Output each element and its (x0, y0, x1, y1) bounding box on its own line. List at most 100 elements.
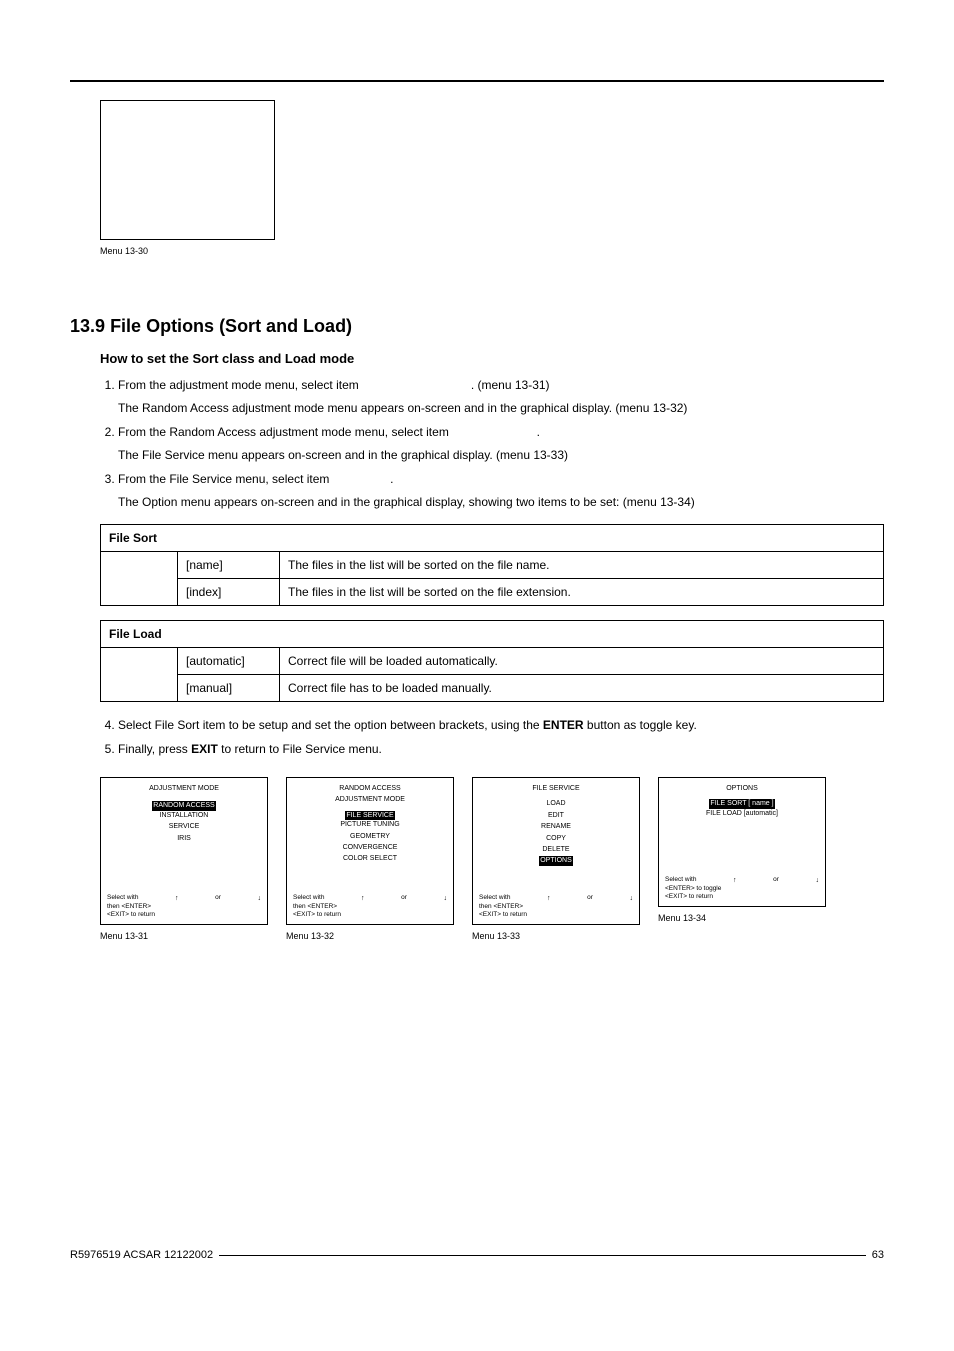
m32-title: RANDOM ACCESS (293, 784, 447, 793)
m32-i3: COLOR SELECT (293, 854, 447, 863)
arrow-up-icon: ↑ (547, 894, 551, 903)
arrow-down-icon: ↓ (444, 894, 448, 903)
sort-label-index: [index] (178, 578, 280, 605)
menu-box-13-31: ADJUSTMENT MODE RANDOM ACCESS INSTALLATI… (100, 777, 268, 925)
step-3-end: . (390, 472, 393, 486)
menus-row: ADJUSTMENT MODE RANDOM ACCESS INSTALLATI… (100, 777, 884, 941)
m34-f2a: <ENTER> to toggle (665, 885, 721, 893)
m31-f2a: <EXIT> to return (107, 911, 155, 919)
steps-list-2: Select File Sort item to be setup and se… (100, 716, 884, 759)
m33-i1: EDIT (479, 811, 633, 820)
section-title-text: File Options (Sort and Load) (110, 316, 352, 336)
menu-caption-13-34: Menu 13-34 (658, 913, 826, 923)
sort-desc-index: The files in the list will be sorted on … (280, 578, 884, 605)
m32-i0: PICTURE TUNING (293, 820, 447, 829)
step-1-text: From the adjustment mode menu, select it… (118, 378, 359, 392)
step-5c: to return to File Service menu. (218, 742, 382, 756)
step-3-text: From the File Service menu, select item (118, 472, 329, 486)
table-file-sort: File Sort [name] The files in the list w… (100, 524, 884, 606)
step-1-sub: The Random Access adjustment mode menu a… (118, 399, 884, 418)
m33-f1b: then <ENTER> (479, 903, 523, 911)
m34-f1b: or (773, 876, 779, 885)
m33-i2: RENAME (479, 822, 633, 831)
section-subtitle: How to set the Sort class and Load mode (100, 351, 884, 366)
sort-label-name: [name] (178, 551, 280, 578)
footer-left: R5976519 ACSAR 12122002 (70, 1249, 213, 1261)
menu-box-13-34: OPTIONS FILE SORT [ name ] FILE LOAD [au… (658, 777, 826, 907)
menu-col-31: ADJUSTMENT MODE RANDOM ACCESS INSTALLATI… (100, 777, 268, 941)
menu-box-13-30 (100, 100, 275, 240)
table-file-load: File Load [automatic] Correct file will … (100, 620, 884, 702)
load-desc-manual: Correct file has to be loaded manually. (280, 674, 884, 701)
page-footer: R5976519 ACSAR 12122002 63 (70, 1249, 884, 1261)
m31-i0: INSTALLATION (107, 811, 261, 820)
step-1-ref: . (menu 13-31) (471, 378, 550, 392)
m34-hl: FILE SORT [ name ] (709, 799, 774, 808)
step-5a: Finally, press (118, 742, 191, 756)
arrow-up-icon: ↑ (175, 894, 179, 903)
table-load-header: File Load (101, 620, 884, 647)
m32-f1b: then <ENTER> (293, 903, 337, 911)
steps-list-1: From the adjustment mode menu, select it… (100, 376, 884, 512)
menu-col-32: RANDOM ACCESS ADJUSTMENT MODE FILE SERVI… (286, 777, 454, 941)
step-4a: Select File Sort item to be setup and se… (118, 718, 543, 732)
step-4b: ENTER (543, 718, 584, 732)
menu-box-13-32: RANDOM ACCESS ADJUSTMENT MODE FILE SERVI… (286, 777, 454, 925)
m31-f1a: Select with (107, 894, 138, 903)
footer-page-number: 63 (872, 1249, 884, 1261)
menu-box-13-33: FILE SERVICE LOAD EDIT RENAME COPY DELET… (472, 777, 640, 925)
menu-caption-13-30: Menu 13-30 (100, 246, 884, 256)
m33-i3: COPY (479, 834, 633, 843)
step-5: Finally, press EXIT to return to File Se… (118, 740, 884, 759)
arrow-down-icon: ↓ (630, 894, 634, 903)
menu-col-33: FILE SERVICE LOAD EDIT RENAME COPY DELET… (472, 777, 640, 941)
table-row: [manual] Correct file has to be loaded m… (101, 674, 884, 701)
m32-i1: GEOMETRY (293, 832, 447, 841)
step-2-text: From the Random Access adjustment mode m… (118, 425, 449, 439)
m34-f1a: Select with (665, 876, 696, 885)
top-rule (70, 80, 884, 82)
menu-caption-13-32: Menu 13-32 (286, 931, 454, 941)
load-desc-auto: Correct file will be loaded automaticall… (280, 647, 884, 674)
menu-caption-13-33: Menu 13-33 (472, 931, 640, 941)
m31-title: ADJUSTMENT MODE (107, 784, 261, 793)
m32-hl: FILE SERVICE (345, 811, 394, 820)
step-3: From the File Service menu, select item … (118, 470, 884, 511)
m34-f2b: <EXIT> to return (665, 893, 713, 901)
step-1: From the adjustment mode menu, select it… (118, 376, 884, 417)
step-3-sub: The Option menu appears on-screen and in… (118, 493, 884, 512)
m32-i2: CONVERGENCE (293, 843, 447, 852)
step-4: Select File Sort item to be setup and se… (118, 716, 884, 735)
menu-col-34: OPTIONS FILE SORT [ name ] FILE LOAD [au… (658, 777, 826, 923)
m31-i2: IRIS (107, 834, 261, 843)
step-2: From the Random Access adjustment mode m… (118, 423, 884, 464)
m32-f1a: Select with (293, 894, 324, 903)
step-2-sub: The File Service menu appears on-screen … (118, 446, 884, 465)
step-4c: button as toggle key. (584, 718, 697, 732)
menu-caption-13-31: Menu 13-31 (100, 931, 268, 941)
m33-f1a: Select with (479, 894, 510, 903)
load-label-manual: [manual] (178, 674, 280, 701)
m34-title: OPTIONS (665, 784, 819, 793)
table-sort-header: File Sort (101, 524, 884, 551)
sort-desc-name: The files in the list will be sorted on … (280, 551, 884, 578)
table-row: [index] The files in the list will be so… (101, 578, 884, 605)
m33-i0: LOAD (479, 799, 633, 808)
footer-rule (219, 1255, 866, 1256)
table-row: [automatic] Correct file will be loaded … (101, 647, 884, 674)
arrow-up-icon: ↑ (733, 876, 737, 885)
section-number: 13.9 (70, 316, 105, 336)
m33-title: FILE SERVICE (479, 784, 633, 793)
m31-hl: RANDOM ACCESS (152, 801, 215, 810)
arrow-down-icon: ↓ (816, 876, 820, 885)
m34-i0: FILE LOAD [automatic] (665, 809, 819, 818)
m31-i1: SERVICE (107, 822, 261, 831)
m33-i4: DELETE (479, 845, 633, 854)
m32-f2a: <EXIT> to return (293, 911, 341, 919)
step-5b: EXIT (191, 742, 218, 756)
m33-hl: OPTIONS (539, 856, 573, 865)
m33-f2a: <EXIT> to return (479, 911, 527, 919)
load-label-auto: [automatic] (178, 647, 280, 674)
section-title: 13.9 File Options (Sort and Load) (70, 316, 884, 337)
arrow-up-icon: ↑ (361, 894, 365, 903)
